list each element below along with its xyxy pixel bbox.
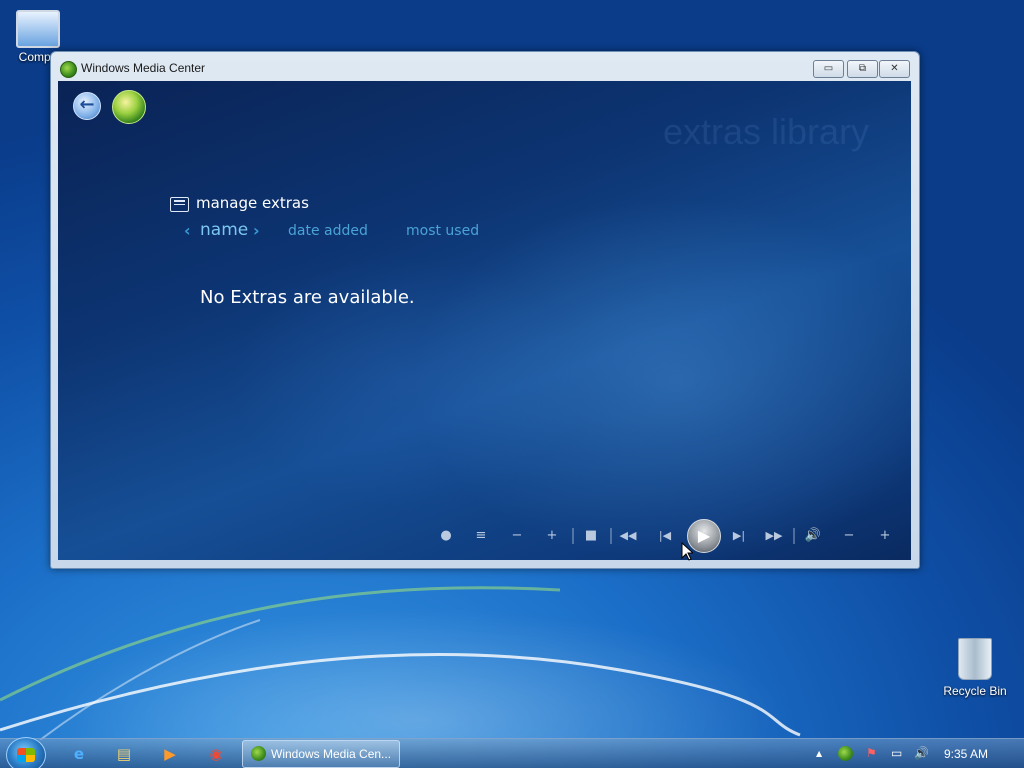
show-hidden-icons-icon[interactable]: ▲ xyxy=(816,749,822,758)
record-icon[interactable]: ● xyxy=(435,525,457,547)
network-icon[interactable]: ▭ xyxy=(891,746,902,760)
media-center-logo-icon xyxy=(251,746,266,761)
channel-up-icon[interactable]: + xyxy=(541,525,563,547)
internet-explorer-icon[interactable]: e xyxy=(59,742,99,766)
media-center-tray-icon[interactable] xyxy=(838,746,853,761)
window-titlebar[interactable]: Windows Media Center ▭ ⧉ ✕ xyxy=(51,52,919,82)
taskbar-clock[interactable]: 9:35 AM xyxy=(944,747,988,761)
sort-tab-name[interactable]: name xyxy=(200,220,248,240)
sort-tab-date-added[interactable]: date added xyxy=(288,223,368,239)
taskbar-task-media-center[interactable]: Windows Media Cen... xyxy=(242,740,400,768)
taskbar: e ▤ ▶ ◉ Windows Media Cen... ▲ ⚑ ▭ 🔊 9:3… xyxy=(0,737,1024,768)
windows-logo-icon-lower xyxy=(17,755,35,762)
control-separator xyxy=(793,528,795,544)
rewind-icon[interactable]: ◀◀ xyxy=(617,525,639,547)
media-center-window: Windows Media Center ▭ ⧉ ✕ ← extras libr… xyxy=(50,51,920,569)
sort-prev-chevron-icon[interactable]: ‹ xyxy=(184,221,191,240)
close-icon: ✕ xyxy=(890,63,899,74)
channel-down-icon[interactable]: − xyxy=(506,525,528,547)
stop-icon[interactable]: ■ xyxy=(580,525,602,547)
recycle-bin-icon xyxy=(958,638,992,680)
desktop-swoosh xyxy=(0,586,801,740)
media-player-icon[interactable]: ▶ xyxy=(150,742,190,766)
media-center-start-button[interactable] xyxy=(112,90,146,124)
control-separator xyxy=(572,528,574,544)
back-arrow-icon: ← xyxy=(79,94,95,115)
action-center-flag-icon[interactable]: ⚑ xyxy=(866,746,877,760)
desktop-icon-recycle-bin[interactable]: Recycle Bin xyxy=(939,638,1011,698)
sort-tab-most-used[interactable]: most used xyxy=(406,223,479,239)
mouse-cursor-icon xyxy=(681,542,693,561)
desktop-icon-recycle-bin-label: Recycle Bin xyxy=(943,684,1007,698)
manage-list-icon xyxy=(170,197,189,212)
chrome-icon[interactable]: ◉ xyxy=(196,742,236,766)
play-icon: ▶ xyxy=(697,526,711,545)
computer-icon xyxy=(16,10,60,48)
transport-controls: ● ≡ − + ■ ◀◀ |◀ ▶ ▶| ▶▶ 🔊 − + xyxy=(428,519,908,553)
volume-up-icon[interactable]: + xyxy=(874,525,896,547)
back-button[interactable]: ← xyxy=(73,92,101,120)
window-title: Windows Media Center xyxy=(81,61,206,75)
maximize-button[interactable]: ⧉ xyxy=(847,60,878,78)
close-button[interactable]: ✕ xyxy=(879,60,910,78)
skip-back-icon[interactable]: |◀ xyxy=(654,525,676,547)
page-watermark-title: extras library xyxy=(663,111,870,152)
fast-forward-icon[interactable]: ▶▶ xyxy=(763,525,785,547)
volume-icon[interactable]: 🔊 xyxy=(802,525,824,547)
media-center-logo-icon xyxy=(60,61,77,78)
media-center-content: ← extras library manage extras ‹ name › … xyxy=(58,81,911,560)
maximize-icon: ⧉ xyxy=(858,63,867,74)
guide-icon[interactable]: ≡ xyxy=(470,525,492,547)
taskbar-task-label: Windows Media Cen... xyxy=(271,747,392,761)
windows-explorer-icon[interactable]: ▤ xyxy=(104,742,144,766)
start-button[interactable] xyxy=(6,737,46,768)
minimize-button[interactable]: ▭ xyxy=(813,60,844,78)
sort-next-chevron-icon[interactable]: › xyxy=(253,221,260,240)
manage-extras-link[interactable]: manage extras xyxy=(196,194,309,212)
empty-state-message: No Extras are available. xyxy=(200,287,415,308)
tray-volume-icon[interactable]: 🔊 xyxy=(914,746,929,760)
volume-down-icon[interactable]: − xyxy=(838,525,860,547)
control-separator xyxy=(610,528,612,544)
minimize-icon: ▭ xyxy=(823,63,834,74)
skip-forward-icon[interactable]: ▶| xyxy=(728,525,750,547)
